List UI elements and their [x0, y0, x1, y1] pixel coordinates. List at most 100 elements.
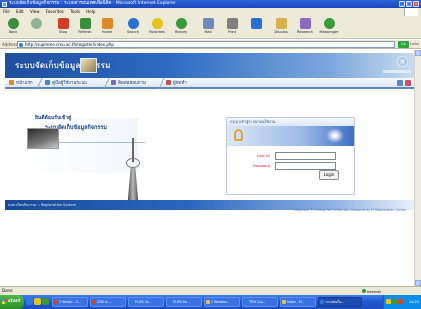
close-button[interactable]: x	[413, 1, 419, 7]
manual-icon	[45, 80, 50, 85]
login-banner	[227, 126, 354, 146]
tray-volume-icon[interactable]	[386, 299, 391, 304]
links-button[interactable]: Links	[410, 40, 419, 49]
quicklaunch-desktop-icon[interactable]	[42, 298, 49, 305]
edit-icon	[250, 18, 262, 29]
home-icon	[9, 80, 14, 85]
banner-tagline	[383, 70, 411, 73]
internet-zone-icon	[362, 289, 366, 293]
ie-page-icon	[19, 43, 23, 47]
mail-button[interactable]: Mail	[197, 17, 219, 38]
menu-bar: File Edit View Favorites Tools Help	[0, 8, 421, 16]
back-button[interactable]: Back	[2, 17, 24, 38]
quicklaunch-ie-icon[interactable]	[26, 298, 33, 305]
refresh-icon	[79, 18, 91, 29]
nav-home[interactable]: หน้าแรก	[9, 79, 33, 88]
task-app-icon	[54, 300, 58, 304]
home-icon	[101, 18, 113, 29]
login-panel: กรุณาเข้าสู่ระบบก่อนใช้งาน User ID Passw…	[226, 117, 355, 195]
status-bar: Done Internet	[0, 286, 421, 295]
site-banner: ระบบจัดเก็บข้อมูลกิจกรรม	[5, 53, 414, 78]
task-ie-active[interactable]: ระบบจัดเก็บ...	[318, 297, 362, 307]
forward-arrow-icon	[30, 18, 42, 29]
menu-favorites[interactable]: Favorites	[46, 9, 64, 14]
menu-help[interactable]: Help	[86, 9, 95, 14]
password-input[interactable]	[275, 162, 336, 170]
address-input[interactable]: http://supreme.cmu.ac.th/register/index.…	[17, 41, 395, 48]
discuss-button[interactable]: Discuss	[270, 17, 292, 38]
address-bar: Address http://supreme.cmu.ac.th/registe…	[0, 40, 421, 49]
research-button[interactable]: Research	[294, 17, 316, 38]
task-plis-1[interactable]: PLIS9 Se...	[128, 297, 164, 307]
user-id-input[interactable]	[275, 152, 336, 160]
task-app-icon	[282, 300, 286, 304]
vertical-scrollbar[interactable]	[414, 50, 421, 286]
taskbar: start 2 Yahoo! - S... CMU e-... PLIS9 Se…	[0, 295, 421, 309]
forward-button[interactable]	[25, 17, 47, 38]
nav-prev-icon[interactable]	[397, 80, 403, 86]
menu-tools[interactable]: Tools	[70, 9, 80, 14]
stop-button[interactable]: Stop	[52, 17, 74, 38]
banner-photo	[80, 58, 97, 73]
footer-strip-text: ลงทะเบียนกิจกรรม :: Registration System	[8, 203, 77, 207]
windows-logo-icon	[404, 8, 418, 16]
scroll-up-icon[interactable]	[415, 50, 421, 56]
print-button[interactable]: Print	[221, 17, 243, 38]
history-icon	[175, 18, 187, 29]
tower-ring	[126, 158, 140, 168]
nav-divider	[32, 78, 43, 89]
messenger-button[interactable]: Messenger	[318, 17, 340, 38]
task-app-icon	[244, 300, 248, 304]
search-button[interactable]: Search	[122, 17, 144, 38]
welcome-text: ยินดีต้อนรับเข้าสู่	[35, 115, 72, 121]
browser-toolbar: Back Stop Refresh Home Search Favorites …	[0, 16, 421, 39]
nav-contact[interactable]: ติดต่อสอบถาม	[111, 79, 146, 88]
status-text: Done	[2, 288, 13, 293]
task-windows[interactable]: 2 Window...	[204, 297, 240, 307]
minimize-button[interactable]: _	[399, 1, 405, 7]
messenger-icon	[323, 18, 335, 29]
favorites-button[interactable]: Favorites	[146, 17, 168, 38]
nav-close-icon[interactable]	[405, 80, 411, 86]
contact-icon	[111, 80, 116, 85]
go-button[interactable]: Go	[398, 41, 409, 48]
window-titlebar[interactable]: ระบบจัดเก็บข้อมูลกิจกรรม : ระบบสารสนเทศเ…	[0, 0, 421, 8]
system-tray: 14:25	[383, 295, 421, 309]
refresh-button[interactable]: Refresh	[74, 17, 96, 38]
start-button[interactable]: start	[0, 295, 24, 309]
task-app-icon	[206, 300, 210, 304]
tray-antivirus-icon[interactable]	[398, 299, 403, 304]
stop-icon	[57, 18, 69, 29]
history-button[interactable]: History	[170, 17, 192, 38]
menu-edit[interactable]: Edit	[16, 9, 24, 14]
nav-manual[interactable]: คู่มือผู้ใช้งานระบบ	[45, 79, 87, 88]
address-label: Address	[2, 42, 18, 47]
university-logo-icon	[397, 56, 408, 67]
site-nav: หน้าแรก คู่มือผู้ใช้งานระบบ ติดต่อสอบถาม…	[5, 78, 414, 89]
credits-icon	[166, 80, 171, 85]
page-viewport: ระบบจัดเก็บข้อมูลกิจกรรม หน้าแรก คู่มือผ…	[0, 50, 414, 286]
research-icon	[299, 18, 311, 29]
login-button[interactable]: Login	[319, 170, 339, 180]
menu-view[interactable]: View	[30, 9, 40, 14]
task-app-icon	[92, 300, 96, 304]
task-cmu[interactable]: CMU e-...	[90, 297, 126, 307]
task-inbox[interactable]: Inbox - M...	[280, 297, 316, 307]
user-id-label: User ID	[256, 154, 270, 158]
task-plis-2[interactable]: PLIS9 Se...	[166, 297, 202, 307]
window-title: ระบบจัดเก็บข้อมูลกิจกรรม : ระบบสารสนเทศเ…	[9, 1, 176, 6]
task-app-icon	[130, 300, 134, 304]
nav-credits[interactable]: ผู้จัดทำ	[166, 79, 187, 88]
task-tmu[interactable]: TMU Cus...	[242, 297, 278, 307]
menu-file[interactable]: File	[3, 9, 10, 14]
quicklaunch-folder-icon[interactable]	[34, 298, 41, 305]
task-app-icon	[320, 300, 324, 304]
tray-network-icon[interactable]	[392, 299, 397, 304]
windows-flag-icon	[2, 299, 7, 304]
home-button[interactable]: Home	[96, 17, 118, 38]
search-icon	[127, 18, 139, 29]
edit-button[interactable]	[245, 17, 267, 38]
nav-divider	[154, 78, 165, 89]
task-yahoo[interactable]: 2 Yahoo! - S...	[52, 297, 88, 307]
maximize-button[interactable]: □	[406, 1, 412, 7]
